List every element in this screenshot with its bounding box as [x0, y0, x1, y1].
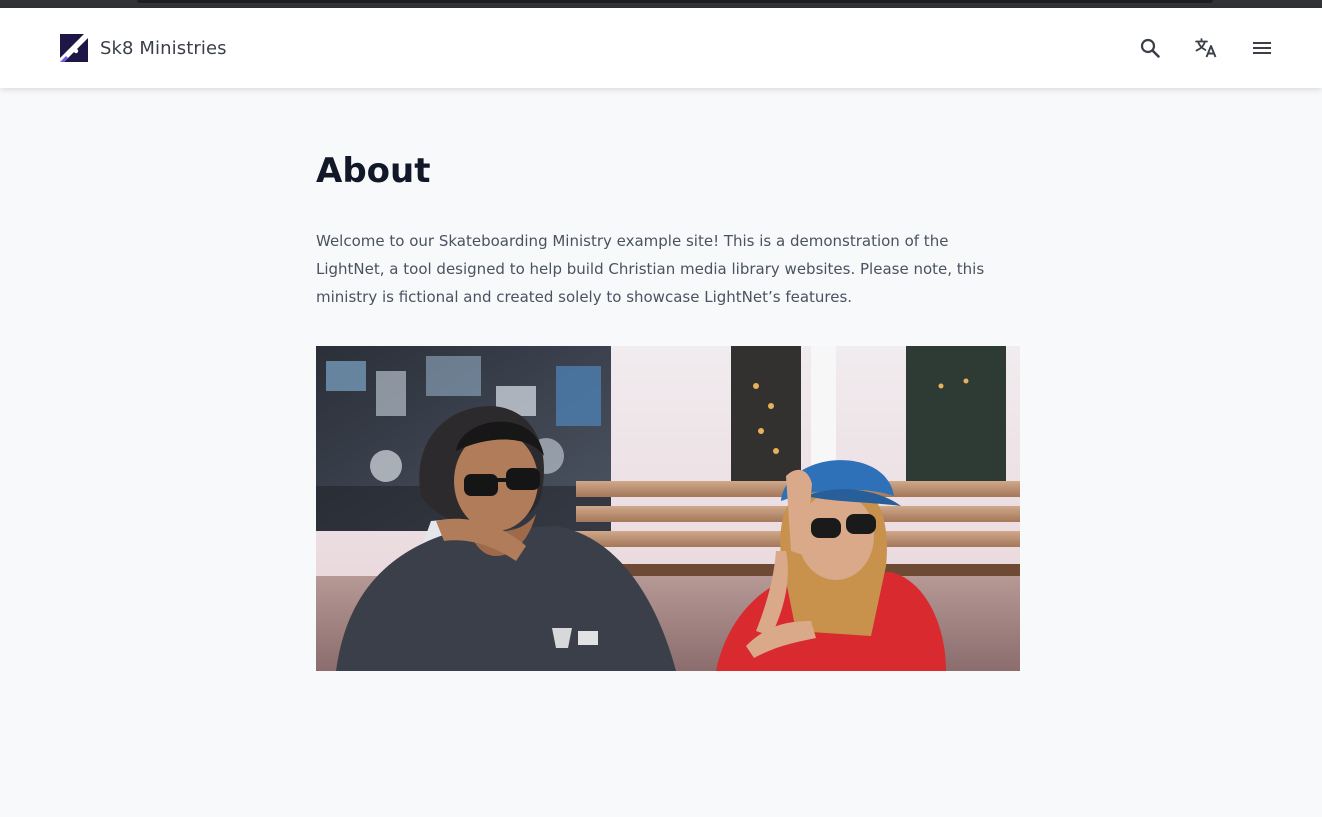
site-name: Sk8 Ministries: [100, 37, 227, 59]
skateboard-logo-icon: [60, 34, 88, 62]
browser-tab-edge: [137, 0, 1213, 3]
main-content: About Welcome to our Skateboarding Minis…: [316, 88, 1020, 671]
search-button[interactable]: [1134, 32, 1166, 64]
language-button[interactable]: [1190, 32, 1222, 64]
brand-home-link[interactable]: Sk8 Ministries: [60, 34, 227, 62]
page-title: About: [316, 151, 431, 191]
menu-icon: [1253, 42, 1271, 54]
browser-top-strip: [0, 0, 1322, 8]
header-actions: [1134, 32, 1278, 64]
menu-button[interactable]: [1246, 32, 1278, 64]
translate-icon: [1195, 38, 1217, 58]
two-skaters-sitting-photo: [316, 346, 1020, 671]
site-header: Sk8 Ministries: [0, 8, 1322, 88]
intro-paragraph: Welcome to our Skateboarding Ministry ex…: [316, 232, 985, 306]
search-icon: [1140, 38, 1160, 58]
